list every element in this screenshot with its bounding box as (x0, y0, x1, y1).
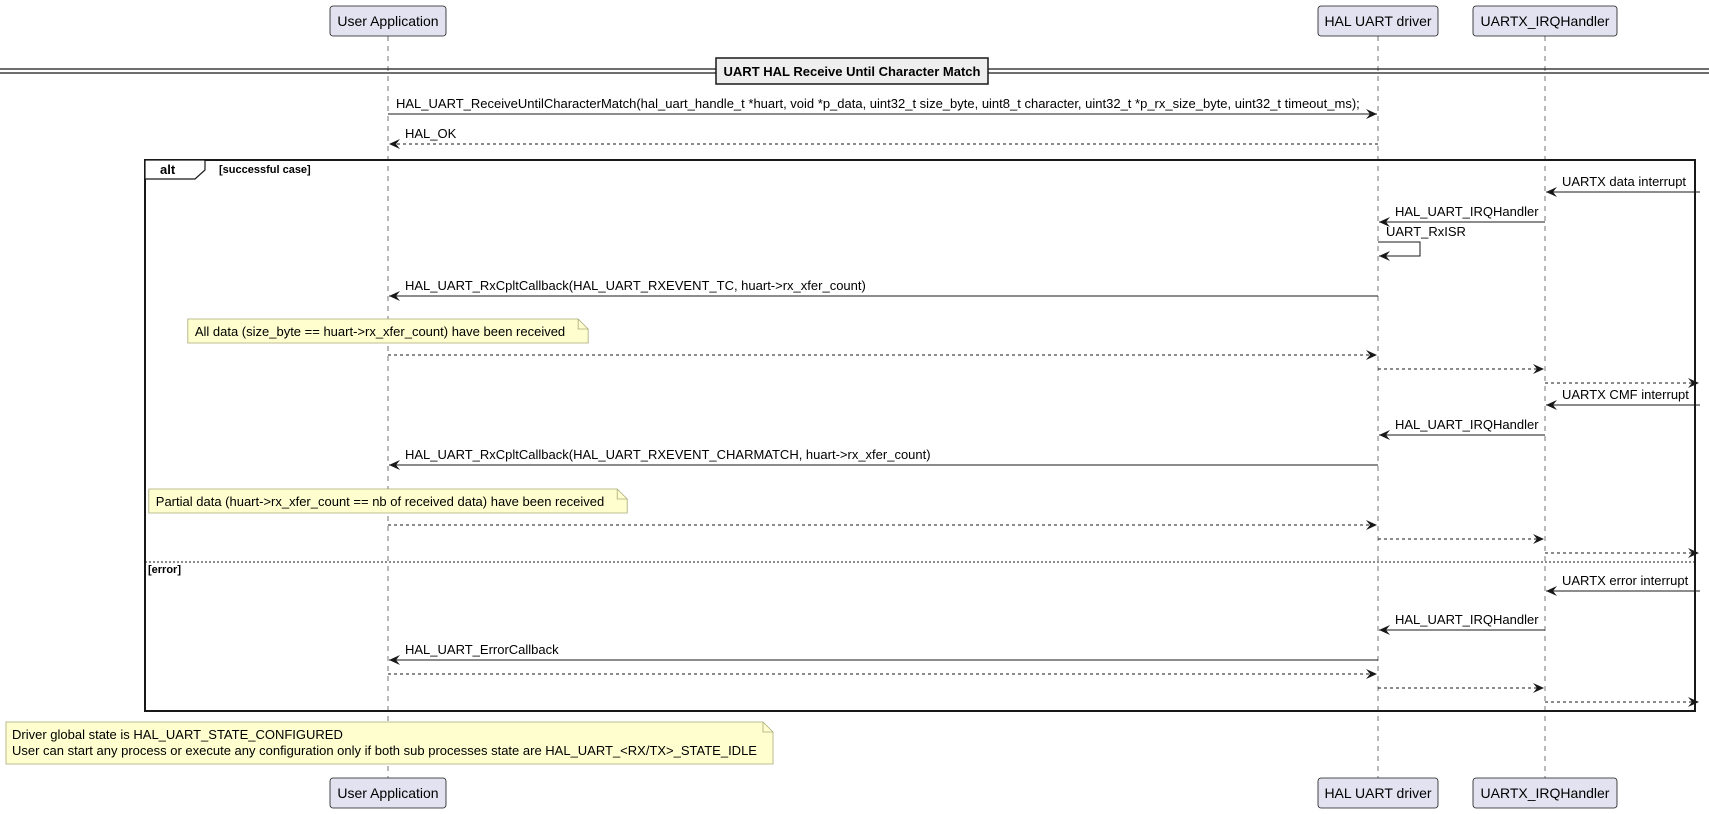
alt-1-event-11-label: HAL_UART_RxCpltCallback(HAL_UART_RXEVENT… (405, 447, 931, 462)
final-note-line-1: Driver global state is HAL_UART_STATE_CO… (12, 727, 343, 742)
alt-1-event-10-label: HAL_UART_IRQHandler (1395, 417, 1539, 432)
message-1-label: HAL_UART_ReceiveUntilCharacterMatch(hal_… (396, 96, 1360, 111)
alt-1-event-12-label: Partial data (huart->rx_xfer_count == nb… (156, 494, 604, 509)
participant-label-hal-top: HAL UART driver (1324, 13, 1431, 29)
alt-2-event-1-label: UARTX error interrupt (1562, 573, 1689, 588)
alt-1-event-3-self-arrow (1378, 241, 1421, 261)
alt-1-event-3-label: UART_RxISR (1386, 224, 1466, 239)
alt-guard-1: [successful case] (219, 164, 311, 176)
participant-label-user-bottom: User Application (337, 785, 438, 801)
message-2-label: HAL_OK (405, 126, 457, 141)
divider-title: UART HAL Receive Until Character Match (724, 64, 981, 79)
participant-label-hal-bottom: HAL UART driver (1324, 785, 1431, 801)
alt-2-event-2-label: HAL_UART_IRQHandler (1395, 612, 1539, 627)
alt-2-event-3-label: HAL_UART_ErrorCallback (405, 642, 559, 657)
final-note-line-2: User can start any process or execute an… (12, 743, 757, 758)
alt-1-event-9-label: UARTX CMF interrupt (1562, 387, 1689, 402)
alt-1-event-1-label: UARTX data interrupt (1562, 174, 1686, 189)
alt-keyword: alt (160, 162, 176, 177)
alt-1-event-2-label: HAL_UART_IRQHandler (1395, 204, 1539, 219)
sequence-diagram: User Application User Application HAL UART… (0, 5, 1709, 809)
participant-label-irq-bottom: UARTX_IRQHandler (1481, 785, 1610, 801)
alt-1-event-5-label: All data (size_byte == huart->rx_xfer_co… (195, 324, 565, 339)
participant-label-user-top: User Application (337, 13, 438, 29)
alt-1-event-4-label: HAL_UART_RxCpltCallback(HAL_UART_RXEVENT… (405, 278, 866, 293)
participant-label-irq-top: UARTX_IRQHandler (1481, 13, 1610, 29)
alt-guard-2: [error] (148, 564, 181, 576)
